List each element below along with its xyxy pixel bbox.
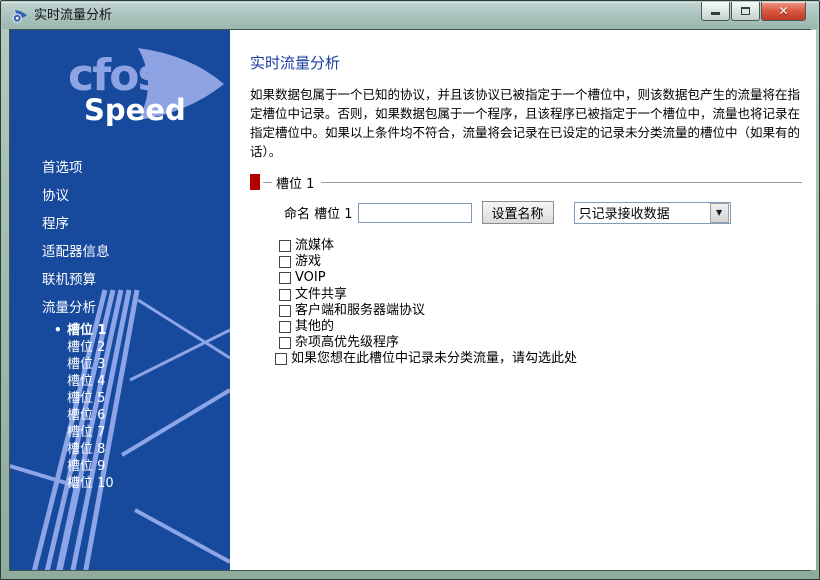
chevron-down-icon: ▼ <box>716 209 722 217</box>
sidebar-nav-item[interactable]: 程序 <box>10 208 230 236</box>
traffic-category-row: 其他的 <box>279 319 802 335</box>
sidebar-slot-list: • 槽位 1 • 槽位 2 • 槽位 3 • 槽位 4 • 槽位 5 <box>10 322 230 492</box>
client-area: cfos Speed 首选项协议程序适配器信息联机预算流量分析 • 槽位 1 •… <box>9 29 811 571</box>
close-icon: ✕ <box>778 5 788 17</box>
sidebar-slot-item[interactable]: • 槽位 7 <box>10 424 230 441</box>
sidebar-slot-item[interactable]: • 槽位 10 <box>10 475 230 492</box>
traffic-category-row: 文件共享 <box>279 287 802 303</box>
checkbox-label[interactable]: 流媒体 <box>295 238 334 254</box>
minimize-icon <box>711 12 720 15</box>
slot-label: 槽位 6 <box>67 408 105 423</box>
logo-text-speed: Speed <box>84 93 186 127</box>
checkbox[interactable] <box>279 337 291 349</box>
description-text: 如果数据包属于一个已知的协议，并且该协议已被指定于一个槽位中，则该数据包产生的流… <box>250 85 802 161</box>
slot-label: 槽位 10 <box>67 476 114 491</box>
checkbox-label[interactable]: 如果您想在此槽位中记录未分类流量，请勾选此处 <box>291 351 577 367</box>
dropdown-button[interactable]: ▼ <box>710 203 729 223</box>
sidebar-nav-item[interactable]: 联机预算 <box>10 264 230 292</box>
slot-label: 槽位 3 <box>67 357 105 372</box>
traffic-category-row: 如果您想在此槽位中记录未分类流量，请勾选此处 <box>275 351 802 367</box>
main-content: 实时流量分析 如果数据包属于一个已知的协议，并且该协议已被指定于一个槽位中，则该… <box>230 30 816 570</box>
section-title: 槽位 1 <box>276 173 314 192</box>
maximize-button[interactable] <box>731 2 760 21</box>
slot-section-header: 槽位 1 <box>250 173 802 191</box>
titlebar[interactable]: 实时流量分析 <box>2 2 818 29</box>
slot-label: 槽位 5 <box>67 391 105 406</box>
checkbox[interactable] <box>279 272 291 284</box>
traffic-category-row: 客户端和服务器端协议 <box>279 303 802 319</box>
checkbox[interactable] <box>279 321 291 333</box>
checkbox-label[interactable]: 杂项高优先级程序 <box>295 335 399 351</box>
sidebar-nav-item[interactable]: 适配器信息 <box>10 236 230 264</box>
section-dash <box>263 182 272 183</box>
traffic-category-row: VOIP <box>279 270 802 286</box>
sidebar-slot-item[interactable]: • 槽位 2 <box>10 339 230 356</box>
close-button[interactable]: ✕ <box>761 2 806 21</box>
sidebar-slot-item[interactable]: • 槽位 1 <box>10 322 230 339</box>
checkbox[interactable] <box>279 256 291 268</box>
traffic-category-row: 杂项高优先级程序 <box>279 335 802 351</box>
sidebar-slot-item[interactable]: • 槽位 5 <box>10 390 230 407</box>
sidebar-slot-item[interactable]: • 槽位 9 <box>10 458 230 475</box>
slot-label: 槽位 9 <box>67 459 105 474</box>
page-title: 实时流量分析 <box>250 52 802 73</box>
minimize-button[interactable] <box>701 2 730 21</box>
active-bullet-icon: • <box>54 323 62 338</box>
sidebar-slot-item[interactable]: • 槽位 8 <box>10 441 230 458</box>
sidebar-nav-item[interactable]: 首选项 <box>10 152 230 180</box>
sidebar: cfos Speed 首选项协议程序适配器信息联机预算流量分析 • 槽位 1 •… <box>10 30 230 570</box>
slot-name-form: 命名 槽位 1 设置名称 只记录接收数据 ▼ <box>284 201 802 224</box>
checkbox[interactable] <box>279 289 291 301</box>
sidebar-slot-item[interactable]: • 槽位 4 <box>10 373 230 390</box>
slot-label: 槽位 4 <box>67 374 105 389</box>
section-rule <box>321 182 802 183</box>
checkbox-label[interactable]: 客户端和服务器端协议 <box>295 303 425 319</box>
section-marker-icon <box>250 174 260 190</box>
sidebar-nav-item[interactable]: 流量分析 <box>10 292 230 320</box>
checkbox[interactable] <box>279 305 291 317</box>
window-controls: ✕ <box>700 2 806 21</box>
record-mode-select[interactable]: 只记录接收数据 ▼ <box>574 202 731 224</box>
checkbox-label[interactable]: 文件共享 <box>295 287 347 303</box>
traffic-category-list: 流媒体 游戏 VOIP 文件共享 客户端和服务器端协议 <box>279 238 802 368</box>
app-logo-icon <box>11 8 28 24</box>
slot-name-input[interactable] <box>358 203 472 223</box>
slot-label: 槽位 7 <box>67 425 105 440</box>
name-label: 命名 槽位 1 <box>284 203 353 222</box>
checkbox[interactable] <box>275 353 287 365</box>
traffic-category-row: 游戏 <box>279 254 802 270</box>
sidebar-slot-item[interactable]: • 槽位 6 <box>10 407 230 424</box>
checkbox-label[interactable]: VOIP <box>295 270 326 286</box>
slot-label: 槽位 2 <box>67 340 105 355</box>
checkbox-label[interactable]: 其他的 <box>295 319 334 335</box>
app-window: 实时流量分析 ✕ <box>0 0 820 580</box>
sidebar-slot-item[interactable]: • 槽位 3 <box>10 356 230 373</box>
sidebar-nav-item[interactable]: 协议 <box>10 180 230 208</box>
window-title: 实时流量分析 <box>34 2 112 29</box>
maximize-icon <box>741 7 750 15</box>
slot-label: 槽位 1 <box>67 323 107 338</box>
traffic-category-row: 流媒体 <box>279 238 802 254</box>
checkbox[interactable] <box>279 240 291 252</box>
record-mode-value: 只记录接收数据 <box>575 203 709 222</box>
checkbox-label[interactable]: 游戏 <box>295 254 321 270</box>
set-name-button[interactable]: 设置名称 <box>482 201 554 224</box>
cfosspeed-logo: cfos Speed <box>10 30 230 148</box>
slot-label: 槽位 8 <box>67 442 105 457</box>
sidebar-nav: 首选项协议程序适配器信息联机预算流量分析 <box>10 152 230 320</box>
